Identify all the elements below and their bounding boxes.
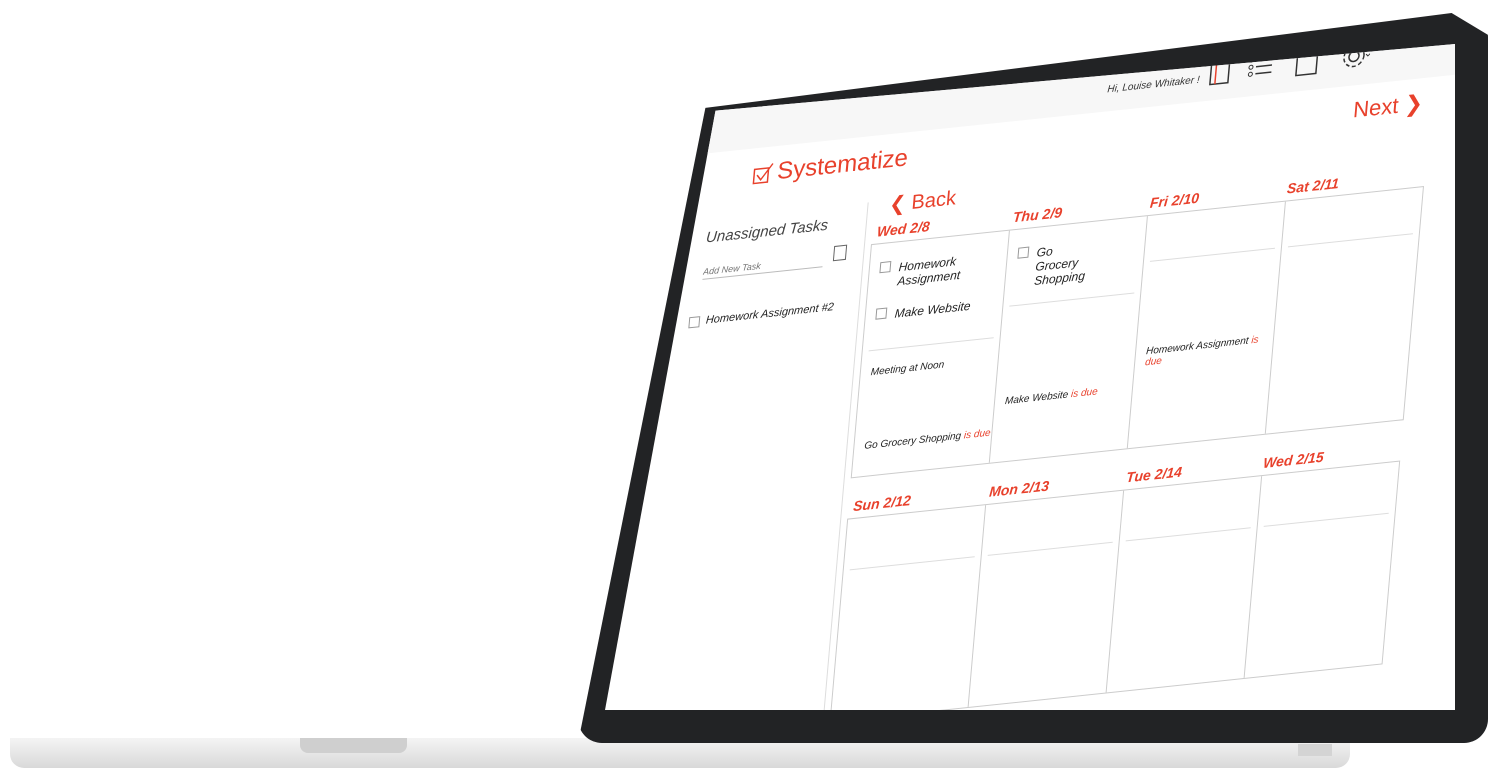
day-cell[interactable]: Homework Assignment is due [1127, 201, 1286, 449]
day-label: Sat 2/11 [1286, 174, 1340, 197]
app-screen: Hi, Louise Whitaker ! Systematize Next ❯ [605, 44, 1455, 710]
check-logo-icon [752, 163, 774, 185]
day-label: Sun 2/12 [852, 491, 912, 515]
day-cell[interactable] [1245, 462, 1399, 678]
day-task[interactable]: Make Website [875, 299, 971, 323]
laptop-notch [300, 738, 407, 753]
divider [1125, 527, 1251, 542]
laptop-screen: Hi, Louise Whitaker ! Systematize Next ❯ [605, 44, 1455, 710]
app-logo[interactable]: Systematize [752, 144, 909, 189]
divider [849, 556, 975, 571]
day-label: Tue 2/14 [1125, 463, 1183, 486]
day-label: Thu 2/9 [1012, 204, 1063, 226]
day-cell[interactable] [1106, 476, 1263, 693]
next-label: Next [1352, 92, 1400, 123]
task-label: Make Website [894, 298, 972, 321]
chevron-left-icon: ❮ [888, 192, 907, 217]
divider [1149, 247, 1275, 262]
laptop-port [1298, 744, 1332, 756]
back-button[interactable]: ❮ Back [888, 185, 957, 217]
due-suffix: is due [963, 427, 992, 442]
day-cell[interactable] [1266, 187, 1423, 434]
due-item: Go Grocery Shopping is due [864, 428, 991, 452]
day-label: Wed 2/15 [1262, 448, 1325, 472]
due-task-name: Make Website [1004, 389, 1069, 408]
divider [987, 541, 1113, 556]
day-cell[interactable]: Go Grocery Shopping Make Website is due [989, 216, 1148, 463]
chevron-right-icon: ❯ [1403, 90, 1425, 118]
divider [1009, 292, 1135, 307]
task-label: Homework Assignment [896, 254, 961, 289]
due-item: Make Website is due [1005, 386, 1099, 407]
task-checkbox[interactable] [688, 315, 701, 328]
day-cell[interactable] [968, 490, 1125, 707]
task-label: Go Grocery Shopping [1033, 244, 1086, 289]
day-task[interactable]: Homework Assignment [878, 253, 969, 291]
panel-title: Unassigned Tasks [705, 216, 829, 247]
task-checkbox[interactable] [875, 307, 888, 320]
task-checkbox[interactable] [879, 261, 892, 274]
task-checkbox[interactable] [1017, 246, 1030, 259]
day-cell[interactable] [830, 505, 987, 710]
day-task[interactable]: Go Grocery Shopping [1015, 239, 1098, 290]
task-label: Homework Assignment #2 [705, 301, 835, 327]
week-row [829, 460, 1401, 710]
day-cell[interactable]: Homework Assignment Make Website Meeting… [851, 230, 1010, 478]
add-task-checkbox[interactable] [832, 244, 848, 262]
app-plane: Hi, Louise Whitaker ! Systematize Next ❯ [662, 44, 1455, 710]
next-button[interactable]: Next ❯ [1352, 90, 1424, 124]
divider [1287, 233, 1413, 248]
due-task-name: Go Grocery Shopping [863, 430, 962, 452]
app-name: Systematize [776, 144, 910, 186]
divider [868, 337, 994, 352]
day-label: Wed 2/8 [876, 217, 931, 240]
event-text: Meeting at Noon [870, 359, 945, 379]
due-task-name: Homework Assignment [1145, 335, 1249, 358]
divider [1263, 512, 1389, 527]
due-suffix: is due [1070, 386, 1099, 401]
due-item: Homework Assignment is due [1145, 333, 1274, 368]
day-label: Fri 2/10 [1149, 189, 1200, 211]
unassigned-task-item[interactable]: Homework Assignment #2 [688, 301, 834, 328]
add-task-input[interactable] [702, 252, 824, 280]
week-row: Homework Assignment Make Website Meeting… [850, 186, 1425, 479]
day-label: Mon 2/13 [988, 477, 1050, 500]
back-label: Back [910, 187, 957, 215]
